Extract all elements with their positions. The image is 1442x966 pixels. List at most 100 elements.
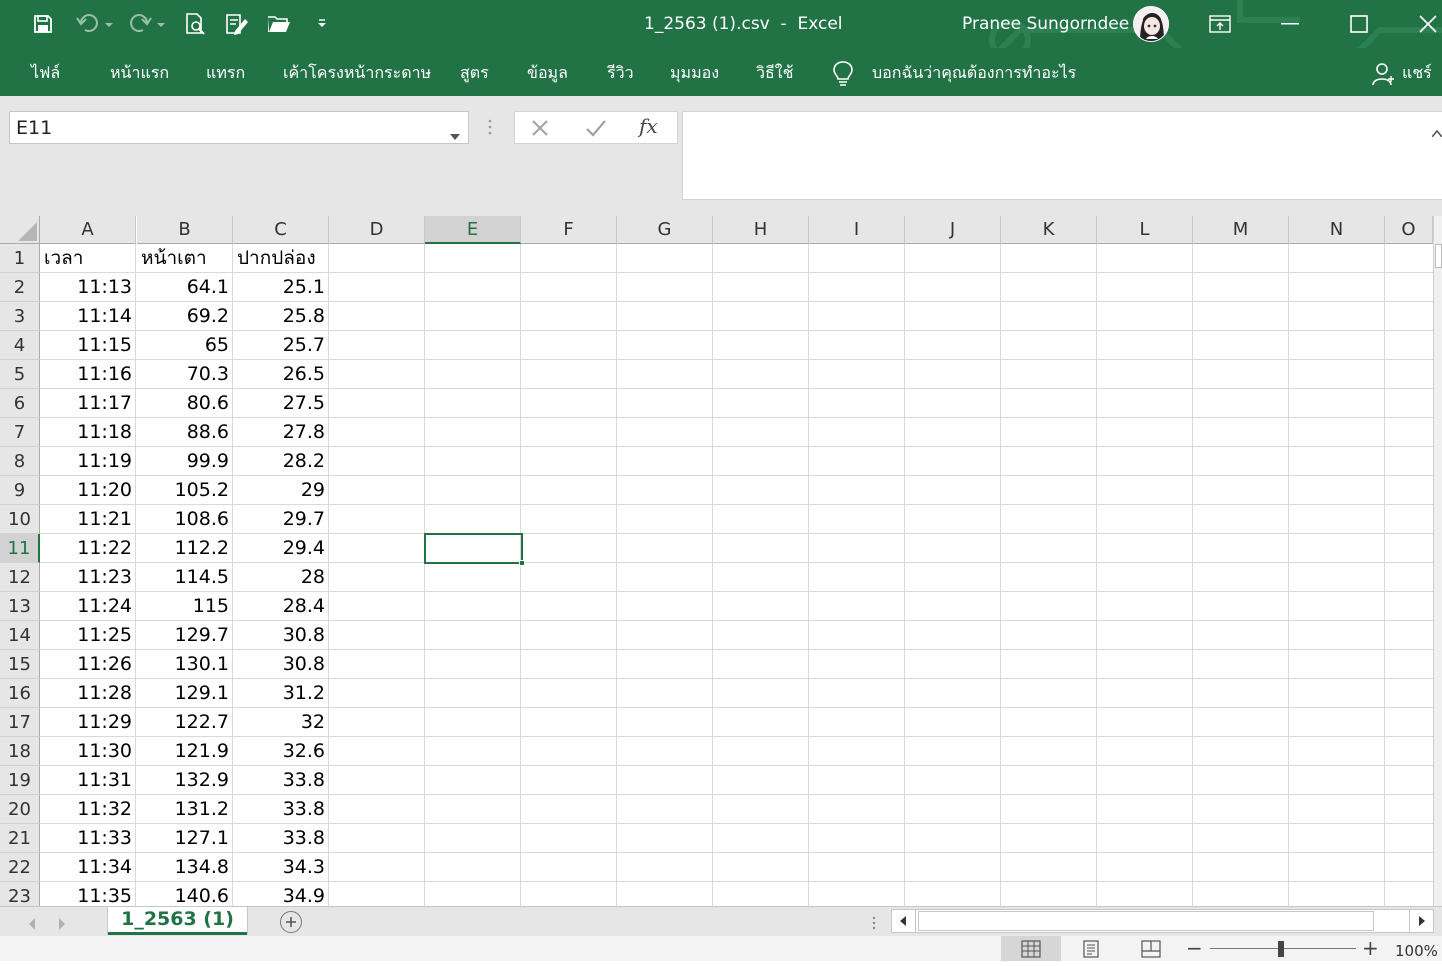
chevron-down-icon[interactable] (450, 125, 460, 144)
cell-b19[interactable]: 132.9 (137, 766, 233, 795)
tab-home[interactable]: หน้าแรก (110, 62, 169, 84)
collapse-formula-bar-icon[interactable] (1431, 122, 1442, 141)
cell-c9[interactable]: 29 (233, 476, 329, 505)
share-button[interactable]: แชร์ (1402, 62, 1432, 84)
active-cell-cursor[interactable] (424, 533, 525, 566)
row-header[interactable]: 21 (0, 824, 40, 853)
zoom-slider-thumb[interactable] (1278, 941, 1284, 957)
name-box[interactable]: E11 (9, 111, 469, 144)
cell-b6[interactable]: 80.6 (137, 389, 233, 418)
row-header[interactable]: 16 (0, 679, 40, 708)
column-header-h[interactable]: H (713, 216, 809, 244)
cell-b20[interactable]: 131.2 (137, 795, 233, 824)
zoom-out-button[interactable]: − (1186, 936, 1203, 961)
cell-a11[interactable]: 11:22 (40, 534, 136, 563)
tab-data[interactable]: ข้อมูล (527, 62, 568, 84)
share-person-icon[interactable] (1372, 62, 1394, 90)
cell-c15[interactable]: 30.8 (233, 650, 329, 679)
fill-handle[interactable] (519, 560, 525, 566)
new-sheet-plus-icon[interactable] (280, 911, 302, 933)
cell-c23[interactable]: 34.9 (233, 882, 329, 906)
cell-a10[interactable]: 11:21 (40, 505, 136, 534)
cell-c10[interactable]: 29.7 (233, 505, 329, 534)
column-header-l[interactable]: L (1097, 216, 1193, 244)
column-header-e[interactable]: E (425, 216, 521, 244)
customize-toolbar-icon[interactable] (314, 12, 330, 36)
column-header-b[interactable]: B (137, 216, 233, 244)
redo-icon[interactable] (126, 12, 166, 36)
cancel-icon[interactable] (531, 119, 549, 141)
formula-input[interactable] (682, 111, 1442, 200)
row-header[interactable]: 2 (0, 273, 40, 302)
cell-a18[interactable]: 11:30 (40, 737, 136, 766)
cell-b14[interactable]: 129.7 (137, 621, 233, 650)
row-header[interactable]: 14 (0, 621, 40, 650)
cell-a5[interactable]: 11:16 (40, 360, 136, 389)
column-header-o[interactable]: O (1385, 216, 1433, 244)
cell-c4[interactable]: 25.7 (233, 331, 329, 360)
insert-function-button[interactable]: fx (639, 114, 658, 138)
row-header[interactable]: 22 (0, 853, 40, 882)
horizontal-scrollbar-thumb[interactable] (918, 911, 1374, 931)
cell-c19[interactable]: 33.8 (233, 766, 329, 795)
column-header-c[interactable]: C (233, 216, 329, 244)
column-header-d[interactable]: D (329, 216, 425, 244)
cell-a20[interactable]: 11:32 (40, 795, 136, 824)
cell-a22[interactable]: 11:34 (40, 853, 136, 882)
cell-c13[interactable]: 28.4 (233, 592, 329, 621)
minimize-button[interactable] (1255, 0, 1324, 48)
cell-a19[interactable]: 11:31 (40, 766, 136, 795)
row-header[interactable]: 3 (0, 302, 40, 331)
cell-b4[interactable]: 65 (137, 331, 233, 360)
column-header-g[interactable]: G (617, 216, 713, 244)
cell-c20[interactable]: 33.8 (233, 795, 329, 824)
cell-c5[interactable]: 26.5 (233, 360, 329, 389)
row-header[interactable]: 19 (0, 766, 40, 795)
cell-b10[interactable]: 108.6 (137, 505, 233, 534)
sheet-tab-active[interactable]: 1_2563 (1) (108, 907, 247, 935)
tell-me-search[interactable]: บอกฉันว่าคุณต้องการทำอะไร (872, 62, 1076, 84)
row-header[interactable]: 12 (0, 563, 40, 592)
cell-a7[interactable]: 11:18 (40, 418, 136, 447)
row-header[interactable]: 13 (0, 592, 40, 621)
cell-b7[interactable]: 88.6 (137, 418, 233, 447)
cell-a3[interactable]: 11:14 (40, 302, 136, 331)
cell-c22[interactable]: 34.3 (233, 853, 329, 882)
print-preview-icon[interactable] (182, 12, 208, 36)
cell-b18[interactable]: 121.9 (137, 737, 233, 766)
tab-insert[interactable]: แทรก (206, 62, 245, 84)
cell-b5[interactable]: 70.3 (137, 360, 233, 389)
column-header-n[interactable]: N (1289, 216, 1385, 244)
cell-a23[interactable]: 11:35 (40, 882, 136, 906)
user-name[interactable]: Pranee Sungorndee (962, 12, 1129, 36)
zoom-in-button[interactable]: + (1362, 936, 1379, 961)
cell-b13[interactable]: 115 (137, 592, 233, 621)
cell-a4[interactable]: 11:15 (40, 331, 136, 360)
cell-a17[interactable]: 11:29 (40, 708, 136, 737)
edit-document-icon[interactable] (224, 12, 250, 36)
row-header[interactable]: 6 (0, 389, 40, 418)
worksheet-grid[interactable]: ABCDEFGHIJKLMNO 1 2 3 4 5 6 7 8 9 10 11 12 13 14 15 16 1… (0, 216, 1442, 906)
cell-b22[interactable]: 134.8 (137, 853, 233, 882)
vertical-scrollbar-thumb[interactable] (1435, 244, 1442, 268)
tab-help[interactable]: วิธีใช้ (756, 62, 793, 84)
avatar[interactable] (1133, 6, 1169, 42)
cell-c6[interactable]: 27.5 (233, 389, 329, 418)
open-folder-icon[interactable] (266, 12, 292, 36)
column-header-j[interactable]: J (905, 216, 1001, 244)
cell-a16[interactable]: 11:28 (40, 679, 136, 708)
lightbulb-icon[interactable] (832, 60, 854, 90)
cell-a8[interactable]: 11:19 (40, 447, 136, 476)
tab-split-handle[interactable] (872, 915, 876, 934)
row-header[interactable]: 18 (0, 737, 40, 766)
cell-a21[interactable]: 11:33 (40, 824, 136, 853)
tab-page-layout[interactable]: เค้าโครงหน้ากระดาษ (283, 62, 431, 84)
cell-b15[interactable]: 130.1 (137, 650, 233, 679)
vertical-scrollbar[interactable] (1433, 216, 1442, 906)
row-header[interactable]: 7 (0, 418, 40, 447)
row-header[interactable]: 8 (0, 447, 40, 476)
column-header-f[interactable]: F (521, 216, 617, 244)
cell-b2[interactable]: 64.1 (137, 273, 233, 302)
cell-c21[interactable]: 33.8 (233, 824, 329, 853)
ribbon-display-options-button[interactable] (1185, 0, 1254, 48)
